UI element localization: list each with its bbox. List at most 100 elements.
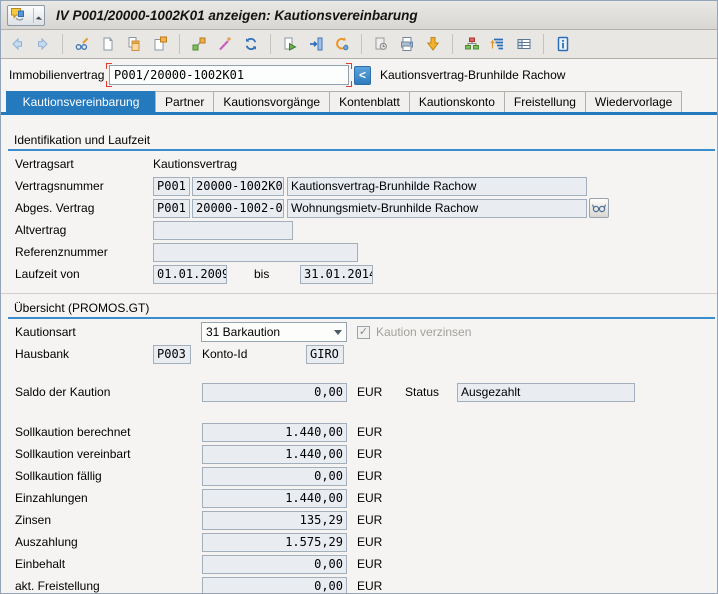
konto-id-field: GIRO: [306, 345, 344, 364]
assign-icon[interactable]: [190, 35, 208, 53]
konto-id-label: Konto-Id: [202, 347, 306, 361]
amount-field: 0,00: [202, 577, 347, 594]
exit-icon[interactable]: [307, 35, 325, 53]
glasses-icon: [591, 200, 607, 217]
contract-number-field: 20000-1002K01: [192, 177, 284, 196]
copy-icon[interactable]: [125, 35, 143, 53]
refresh-icon[interactable]: [242, 35, 260, 53]
display-contract-button[interactable]: [589, 198, 609, 218]
print-icon[interactable]: [398, 35, 416, 53]
other-contract-icon[interactable]: [333, 35, 351, 53]
title-bar: IV P001/20000-1002K01 anzeigen: Kautions…: [1, 1, 717, 30]
chevron-down-icon: [334, 330, 342, 335]
hierarchy-icon[interactable]: [463, 35, 481, 53]
create-icon[interactable]: [99, 35, 117, 53]
currency-label: EUR: [357, 447, 382, 461]
amount-label: Sollkaution berechnet: [15, 425, 202, 439]
altvertrag-label: Altvertrag: [15, 223, 153, 237]
vertragsnummer-row: Vertragsnummer P001 20000-1002K01 Kautio…: [1, 175, 717, 197]
tab-strip: Kautionsvereinbarung Partner Kautionsvor…: [1, 91, 717, 115]
amount-label: Einzahlungen: [15, 491, 202, 505]
export-icon[interactable]: [424, 35, 442, 53]
collapse-button[interactable]: <: [354, 66, 371, 85]
amount-label: Sollkaution vereinbart: [15, 447, 202, 461]
hausbank-row: Hausbank P003 Konto-Id GIRO: [1, 343, 717, 365]
sort-list-icon[interactable]: [489, 35, 507, 53]
standard-toolbar: [1, 30, 717, 59]
menu-dropdown-arrow-icon: [36, 16, 42, 22]
amount-field: 0,00: [202, 555, 347, 574]
vertragsart-row: Vertragsart Kautionsvertrag: [1, 153, 717, 175]
referenznummer-field: [153, 243, 358, 262]
immobilienvertrag-input[interactable]: [109, 65, 349, 85]
back-icon[interactable]: [8, 35, 26, 53]
tab-wiedervorlage[interactable]: Wiedervorlage: [585, 91, 682, 112]
laufzeit-row: Laufzeit von 01.01.2009 bis 31.01.2014: [1, 263, 717, 285]
amount-field: 0,00: [202, 467, 347, 486]
menu-button-divider: [33, 8, 34, 23]
saldo-field: 0,00: [202, 383, 347, 402]
vertragsart-value: Kautionsvertrag: [153, 157, 237, 171]
forward-icon[interactable]: [34, 35, 52, 53]
modify-wand-icon[interactable]: [216, 35, 234, 53]
saldo-label: Saldo der Kaution: [15, 385, 202, 399]
create-with-template-icon[interactable]: [151, 35, 169, 53]
currency-label: EUR: [357, 535, 382, 549]
display-change-icon[interactable]: [73, 35, 91, 53]
table-view-icon[interactable]: [515, 35, 533, 53]
tab-content: Identifikation und Laufzeit Vertragsart …: [1, 115, 717, 594]
amount-row: Einzahlungen 1.440,00 EUR: [1, 487, 717, 509]
status-field: Ausgezahlt: [457, 383, 635, 402]
altvertrag-field: [153, 221, 293, 240]
amount-row: Zinsen 135,29 EUR: [1, 509, 717, 531]
amount-label: Sollkaution fällig: [15, 469, 202, 483]
section-title-identifikation: Identifikation und Laufzeit: [14, 133, 717, 147]
amount-row: Auszahlung 1.575,29 EUR: [1, 531, 717, 553]
speech-bubble-icon: [10, 6, 26, 25]
linked-contract-number-field: 20000-1002-01: [192, 199, 284, 218]
bis-label: bis: [254, 267, 273, 281]
saldo-row: Saldo der Kaution 0,00 EUR Status Ausgez…: [1, 381, 717, 403]
tab-kautionsvorgaenge[interactable]: Kautionsvorgänge: [213, 91, 330, 112]
currency-label: EUR: [357, 513, 382, 527]
amounts-list: Sollkaution berechnet 1.440,00 EUR Sollk…: [1, 421, 717, 594]
sap-window: IV P001/20000-1002K01 anzeigen: Kautions…: [0, 0, 718, 594]
tab-partner[interactable]: Partner: [155, 91, 214, 112]
amount-row: Sollkaution berechnet 1.440,00 EUR: [1, 421, 717, 443]
altvertrag-row: Altvertrag: [1, 219, 717, 241]
amount-label: akt. Freistellung: [15, 579, 202, 593]
amount-label: Zinsen: [15, 513, 202, 527]
amount-row: Sollkaution fällig 0,00 EUR: [1, 465, 717, 487]
abges-vertrag-label: Abges. Vertrag: [15, 201, 153, 215]
section-rule: [8, 149, 715, 151]
amount-field: 1.440,00: [202, 423, 347, 442]
kautionsart-label: Kautionsart: [15, 325, 201, 339]
referenznummer-row: Referenznummer: [1, 241, 717, 263]
status-label: Status: [405, 385, 457, 399]
immobilienvertrag-field-wrap: [109, 65, 349, 85]
kautionsart-row: Kautionsart 31 Barkaution ✓ Kaution verz…: [1, 321, 717, 343]
amount-field: 135,29: [202, 511, 347, 530]
tab-kontenblatt[interactable]: Kontenblatt: [329, 91, 410, 112]
contract-description-field: Kautionsvertrag-Brunhilde Rachow: [287, 177, 587, 196]
gui-services-menu-button[interactable]: [7, 5, 45, 26]
tab-kautionskonto[interactable]: Kautionskonto: [409, 91, 505, 112]
vertragsart-label: Vertragsart: [15, 157, 153, 171]
transfer-icon[interactable]: [281, 35, 299, 53]
info-icon[interactable]: [554, 35, 572, 53]
tab-freistellung[interactable]: Freistellung: [504, 91, 586, 112]
preview-icon[interactable]: [372, 35, 390, 53]
page-title: IV P001/20000-1002K01 anzeigen: Kautions…: [56, 8, 418, 23]
toolbar-separator: [452, 34, 453, 54]
currency-label: EUR: [357, 469, 382, 483]
amount-row: akt. Freistellung 0,00 EUR: [1, 575, 717, 594]
amount-field: 1.440,00: [202, 489, 347, 508]
kaution-verzinsen-checkbox: ✓: [357, 326, 370, 339]
currency-label: EUR: [357, 385, 382, 399]
currency-label: EUR: [357, 557, 382, 571]
company-code-field: P001: [153, 177, 190, 196]
kautionsart-select[interactable]: 31 Barkaution: [201, 322, 347, 342]
laufzeit-bis-field: 31.01.2014: [300, 265, 373, 284]
tab-kautionsvereinbarung[interactable]: Kautionsvereinbarung: [6, 91, 156, 112]
immobilienvertrag-label: Immobilienvertrag: [9, 68, 109, 82]
